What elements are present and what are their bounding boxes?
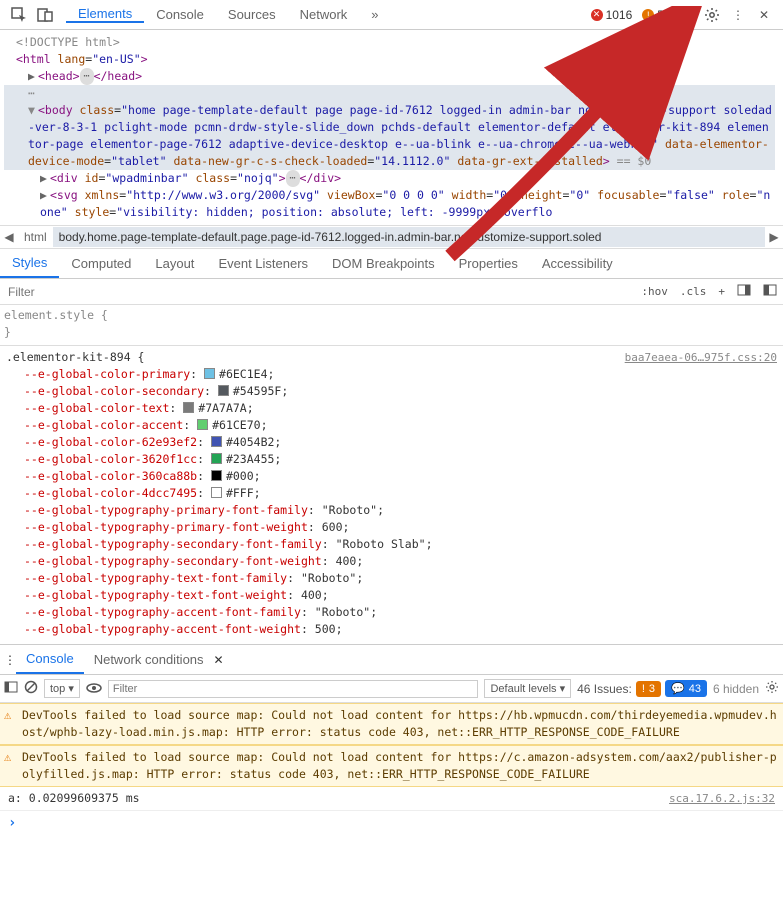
ptab-accessibility[interactable]: Accessibility <box>530 249 625 278</box>
css-declaration[interactable]: --e-global-color-3620f1cc: #23A455; <box>0 451 783 468</box>
console-filter-input[interactable] <box>108 680 479 698</box>
declarations-list: --e-global-color-primary: #6EC1E4;--e-gl… <box>0 366 783 638</box>
div-node[interactable]: ▶<div id="wpadminbar" class="nojq">⋯</di… <box>4 170 775 187</box>
drawer-tab-network-conditions[interactable]: Network conditions <box>84 645 214 674</box>
doctype-node[interactable]: <!DOCTYPE html> <box>4 34 775 51</box>
warning-count-value: 5 <box>657 8 664 22</box>
styles-filter-input[interactable] <box>0 285 635 299</box>
tab-elements[interactable]: Elements <box>66 6 144 23</box>
console-warning-row[interactable]: DevTools failed to load source map: Coul… <box>0 703 783 745</box>
breadcrumb-html[interactable]: html <box>18 230 53 244</box>
hov-toggle[interactable]: :hov <box>635 285 674 298</box>
more-tools-icon[interactable] <box>757 283 783 300</box>
tab-console[interactable]: Console <box>144 6 216 23</box>
log-levels-selector[interactable]: Default levels ▾ <box>484 679 571 698</box>
css-declaration[interactable]: --e-global-typography-accent-font-family… <box>0 604 783 621</box>
live-expression-icon[interactable] <box>86 682 102 696</box>
css-declaration[interactable]: --e-global-color-4dcc7495: #FFF; <box>0 485 783 502</box>
console-toolbar: top ▾ Default levels ▾ 46 Issues: ! 3 💬 … <box>0 675 783 703</box>
css-declaration[interactable]: --e-global-typography-primary-font-weigh… <box>0 519 783 536</box>
console-log-source-link[interactable]: sca.17.6.2.js:32 <box>669 790 775 807</box>
console-warning-row[interactable]: DevTools failed to load source map: Coul… <box>0 745 783 787</box>
kebab-icon[interactable]: ⋮ <box>725 2 751 28</box>
rule-header: .elementor-kit-894 { baa7eaea-06…975f.cs… <box>0 345 783 366</box>
console-sidebar-icon[interactable] <box>4 680 18 697</box>
cls-toggle[interactable]: .cls <box>674 285 713 298</box>
tab-network[interactable]: Network <box>288 6 360 23</box>
dom-tree[interactable]: <!DOCTYPE html> <html lang="en-US"> ▶<he… <box>0 30 783 225</box>
drawer-close-icon[interactable]: ✕ <box>214 653 224 667</box>
breadcrumb-right-icon[interactable]: ▶ <box>765 230 783 244</box>
css-declaration[interactable]: --e-global-typography-accent-font-weight… <box>0 621 783 638</box>
rule-selector[interactable]: .elementor-kit-894 { <box>6 349 144 366</box>
breadcrumb-body[interactable]: body.home.page-template-default.page.pag… <box>53 227 765 247</box>
devtools-toolbar: Elements Console Sources Network » ✕1016… <box>0 0 783 30</box>
console-drawer-head: ⋮ Console Network conditions ✕ <box>0 645 783 675</box>
tab-more[interactable]: » <box>359 6 390 23</box>
css-declaration[interactable]: --e-global-typography-secondary-font-wei… <box>0 553 783 570</box>
console-body[interactable]: DevTools failed to load source map: Coul… <box>0 703 783 836</box>
svg-node[interactable]: ▶<svg xmlns="http://www.w3.org/2000/svg"… <box>4 187 775 221</box>
console-log-row[interactable]: a: 0.02099609375 ms sca.17.6.2.js:32 <box>0 787 783 811</box>
ptab-properties[interactable]: Properties <box>447 249 530 278</box>
issues-info-pill: 💬 43 <box>665 680 707 697</box>
hidden-count[interactable]: 6 hidden <box>713 682 759 696</box>
breadcrumb: ◀ html body.home.page-template-default.p… <box>0 225 783 249</box>
error-count-value: 1016 <box>606 8 633 22</box>
ptab-computed[interactable]: Computed <box>59 249 143 278</box>
head-node[interactable]: ▶<head>⋯</head> <box>4 68 775 85</box>
issues-icon-glyph: ! <box>675 8 678 22</box>
new-rule-icon[interactable]: + <box>712 285 731 298</box>
css-declaration[interactable]: --e-global-color-accent: #61CE70; <box>0 417 783 434</box>
element-style-selector[interactable]: element.style { <box>0 307 783 324</box>
issues-summary-label: 46 Issues: <box>577 682 632 696</box>
console-prompt[interactable]: › <box>0 811 783 836</box>
css-declaration[interactable]: --e-global-typography-text-font-weight: … <box>0 587 783 604</box>
status-badges[interactable]: ✕1016 !5 ! 3 <box>587 7 693 23</box>
css-declaration[interactable]: --e-global-color-secondary: #54595F; <box>0 383 783 400</box>
issues-badge[interactable]: ! 3 <box>670 7 693 23</box>
gear-icon[interactable] <box>699 2 725 28</box>
ptab-styles[interactable]: Styles <box>0 249 59 278</box>
clear-console-icon[interactable] <box>24 680 38 697</box>
console-kebab-icon[interactable]: ⋮ <box>4 653 16 667</box>
computed-sidebar-icon[interactable] <box>731 283 757 300</box>
ptab-layout[interactable]: Layout <box>143 249 206 278</box>
css-declaration[interactable]: --e-global-typography-secondary-font-fam… <box>0 536 783 553</box>
drawer-tab-console[interactable]: Console <box>16 645 84 674</box>
issues-summary[interactable]: 46 Issues: ! 3 💬 43 <box>577 680 707 697</box>
main-tabs: Elements Console Sources Network » <box>66 6 391 23</box>
css-declaration[interactable]: --e-global-typography-primary-font-famil… <box>0 502 783 519</box>
console-log-text: a: 0.02099609375 ms <box>8 790 140 807</box>
styles-panel-tabs: Styles Computed Layout Event Listeners D… <box>0 249 783 279</box>
css-declaration[interactable]: --e-global-color-text: #7A7A7A; <box>0 400 783 417</box>
css-declaration[interactable]: --e-global-typography-text-font-family: … <box>0 570 783 587</box>
error-count[interactable]: ✕1016 <box>587 7 637 23</box>
css-declaration[interactable]: --e-global-color-primary: #6EC1E4; <box>0 366 783 383</box>
css-declaration[interactable]: --e-global-color-360ca88b: #000; <box>0 468 783 485</box>
inspect-icon[interactable] <box>6 2 32 28</box>
styles-filter-row: :hov .cls + <box>0 279 783 305</box>
issues-warn-pill: ! 3 <box>636 681 661 697</box>
ptab-dom-breakpoints[interactable]: DOM Breakpoints <box>320 249 447 278</box>
element-style-close: } <box>0 324 783 341</box>
ptab-event-listeners[interactable]: Event Listeners <box>206 249 320 278</box>
css-declaration[interactable]: --e-global-color-62e93ef2: #4054B2; <box>0 434 783 451</box>
close-icon[interactable]: ✕ <box>751 2 777 28</box>
breadcrumb-left-icon[interactable]: ◀ <box>0 230 18 244</box>
html-node[interactable]: <html lang="en-US"> <box>4 51 775 68</box>
console-settings-icon[interactable] <box>765 680 779 697</box>
rule-source-link[interactable]: baa7eaea-06…975f.css:20 <box>625 349 777 366</box>
context-selector[interactable]: top ▾ <box>44 679 80 698</box>
issues-count-value: 3 <box>681 8 688 22</box>
warning-count[interactable]: !5 <box>638 7 668 23</box>
body-node[interactable]: ⋯▼<body class="home page-template-defaul… <box>4 85 775 170</box>
styles-body[interactable]: element.style { } .elementor-kit-894 { b… <box>0 305 783 645</box>
device-toggle-icon[interactable] <box>32 2 58 28</box>
tab-sources[interactable]: Sources <box>216 6 288 23</box>
